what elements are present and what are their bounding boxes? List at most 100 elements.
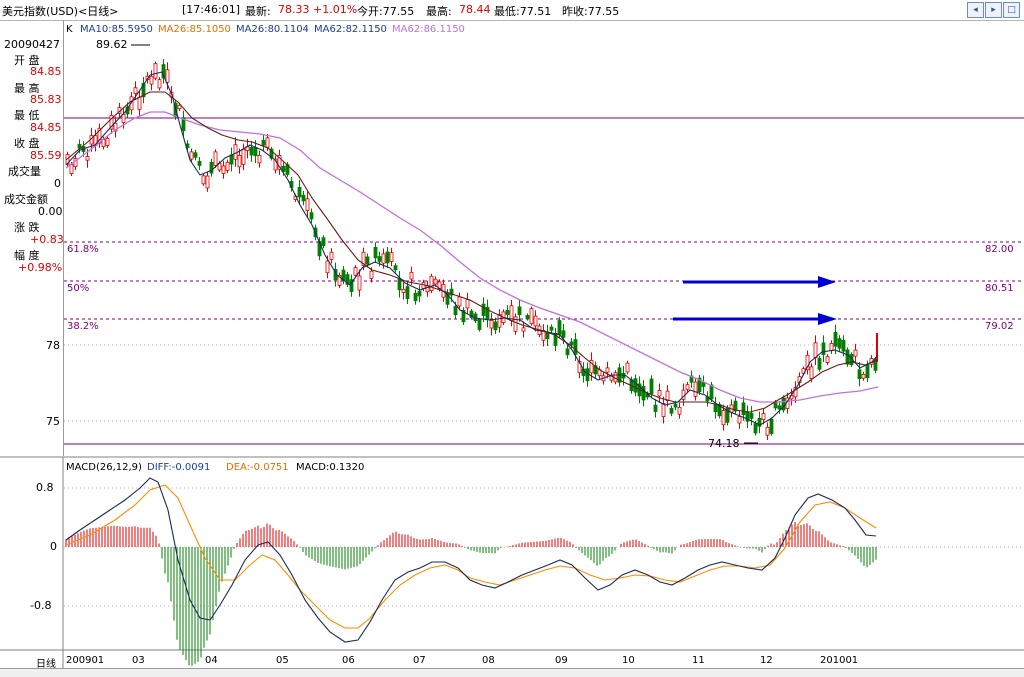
candle-body xyxy=(813,342,818,359)
ma62-line xyxy=(65,111,879,403)
candle-body xyxy=(197,160,202,166)
candle-body xyxy=(517,306,522,316)
candle-body xyxy=(821,342,826,355)
candle-body xyxy=(409,271,414,280)
candle-body xyxy=(489,319,494,329)
candle-body xyxy=(301,194,306,202)
candle-body xyxy=(685,384,690,390)
candle-body xyxy=(157,79,162,89)
candle-body xyxy=(205,175,210,189)
candle-body xyxy=(213,151,218,166)
candle-body xyxy=(385,251,390,264)
candle-body xyxy=(557,320,562,335)
candle-body xyxy=(453,306,458,316)
candlesticks xyxy=(65,59,878,441)
candle-body xyxy=(525,315,530,319)
candle-body xyxy=(769,419,774,434)
candle-body xyxy=(189,151,194,160)
candle-body xyxy=(721,410,726,426)
candle-body xyxy=(121,114,126,123)
candle-body xyxy=(433,278,438,285)
candle-body xyxy=(421,282,426,289)
candle-body xyxy=(133,87,138,95)
candle-body xyxy=(305,198,310,211)
candle-body xyxy=(853,349,858,357)
candle-body xyxy=(753,423,758,434)
candle-body xyxy=(237,155,242,168)
candle-body xyxy=(465,299,470,309)
candle-body xyxy=(221,165,226,174)
candle-body xyxy=(429,275,434,291)
candle-body xyxy=(149,75,154,85)
macd-histogram xyxy=(65,521,877,666)
candle-body xyxy=(457,296,462,307)
candle-body xyxy=(749,412,754,419)
candle-body xyxy=(233,144,238,160)
candle-body xyxy=(477,319,482,330)
candle-body xyxy=(493,321,498,331)
candle-body xyxy=(265,137,270,148)
candle-body xyxy=(837,338,842,349)
arrow-50-icon xyxy=(683,276,836,288)
candle-body xyxy=(833,331,838,347)
candle-body xyxy=(261,139,266,146)
candle-body xyxy=(561,330,566,338)
macd-dea-line xyxy=(65,484,877,629)
candle-body xyxy=(533,315,538,327)
candle-body xyxy=(713,403,718,413)
candle-body xyxy=(701,382,706,387)
candle-body xyxy=(861,373,866,379)
candle-body xyxy=(377,256,382,262)
candle-body xyxy=(569,341,574,346)
candle-body xyxy=(573,339,578,355)
candle-body xyxy=(817,357,822,370)
candle-body xyxy=(229,154,234,165)
candle-body xyxy=(865,364,870,379)
candle-body xyxy=(321,237,326,247)
candle-body xyxy=(605,367,610,373)
candle-body xyxy=(693,381,698,397)
candle-body xyxy=(297,186,302,198)
candle-body xyxy=(709,384,714,400)
candle-body xyxy=(633,378,638,393)
candle-body xyxy=(201,175,206,185)
candle-body xyxy=(165,69,170,83)
candle-body xyxy=(137,96,142,110)
candle-body xyxy=(253,146,258,157)
candle-body xyxy=(417,290,422,297)
candle-body xyxy=(677,407,682,415)
candle-body xyxy=(225,161,230,171)
macd-diff-line xyxy=(65,477,877,643)
candle-body xyxy=(381,253,386,264)
candle-body xyxy=(369,270,374,279)
ma26-line xyxy=(65,91,879,413)
candle-body xyxy=(841,339,846,352)
candle-body xyxy=(193,152,198,158)
candle-body xyxy=(621,372,626,379)
candle-body xyxy=(741,402,746,416)
candle-body xyxy=(105,137,110,146)
candle-body xyxy=(413,292,418,302)
candle-body xyxy=(405,286,410,299)
candle-body xyxy=(357,275,362,291)
candle-body xyxy=(249,146,254,156)
candle-body xyxy=(661,403,666,417)
candle-body xyxy=(737,416,742,424)
candle-body xyxy=(177,104,182,110)
kline-chart[interactable] xyxy=(0,0,1024,676)
candle-body xyxy=(845,349,850,365)
candle-body xyxy=(497,314,502,328)
candle-body xyxy=(565,348,570,356)
candle-body xyxy=(257,155,262,164)
candle-body xyxy=(153,63,158,79)
candle-body xyxy=(829,343,834,352)
candle-body xyxy=(329,251,334,260)
candle-body xyxy=(353,267,358,276)
candle-body xyxy=(765,426,770,436)
candle-body xyxy=(397,278,402,291)
candle-body xyxy=(309,212,314,220)
candle-body xyxy=(365,256,370,265)
candle-body xyxy=(649,378,654,395)
candle-body xyxy=(389,252,394,262)
arrow-382-icon xyxy=(673,313,837,325)
